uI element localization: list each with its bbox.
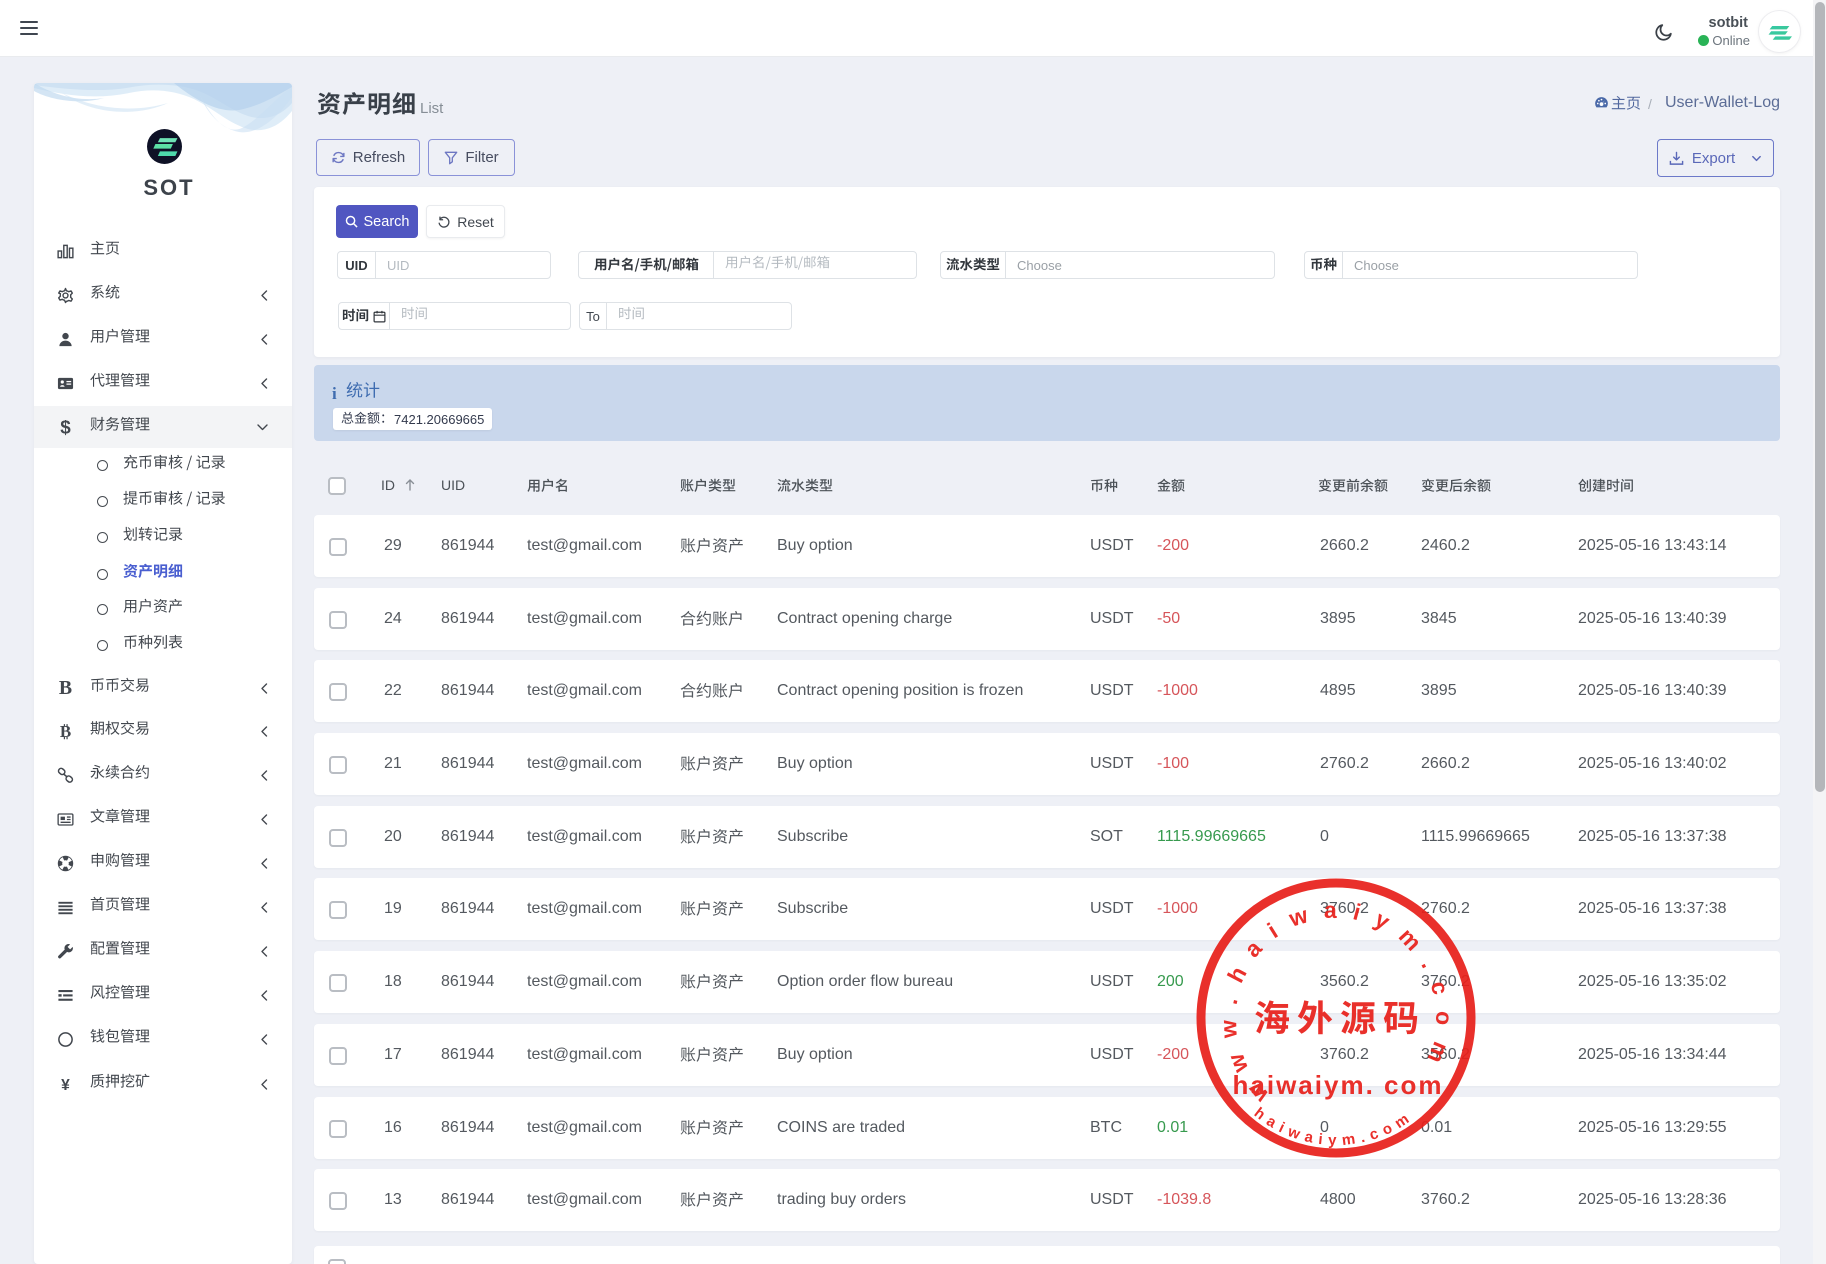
svg-text:¥: ¥	[61, 1077, 70, 1093]
svg-text:B: B	[60, 723, 71, 740]
svg-text:$: $	[60, 419, 71, 436]
svg-text:B: B	[59, 680, 72, 697]
svg-text:haiwaiym. com: haiwaiym. com	[1233, 1070, 1444, 1100]
